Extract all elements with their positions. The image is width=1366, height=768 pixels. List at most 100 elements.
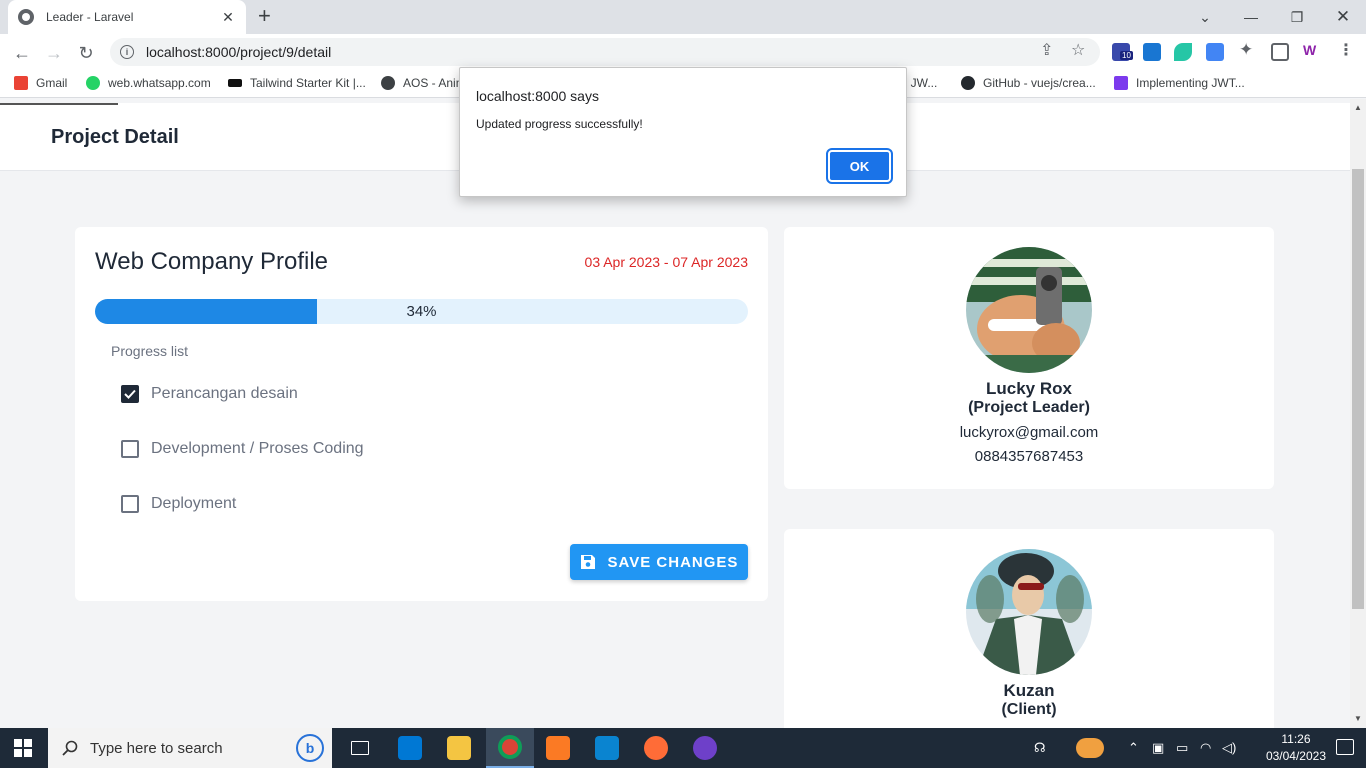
weather-icon[interactable] <box>1076 728 1104 768</box>
clock-time: 11:26 <box>1281 732 1311 746</box>
globe-icon <box>381 76 395 90</box>
file-explorer-icon[interactable] <box>435 728 483 768</box>
wallet-icon[interactable]: W <box>1303 42 1316 58</box>
github-desktop-icon[interactable] <box>681 728 729 768</box>
leader-avatar <box>966 247 1092 373</box>
browser-tab[interactable]: Leader - Laravel ✕ <box>8 0 246 34</box>
restore-button[interactable]: ❐ <box>1274 0 1320 34</box>
gmail-icon <box>14 76 28 90</box>
bookmark-label: AOS - Anim <box>403 76 466 90</box>
bookmark-label: web.whatsapp.com <box>108 76 211 90</box>
chevron-up-icon[interactable]: ⌃ <box>1128 728 1139 768</box>
bookmark-github[interactable]: GitHub - vuejs/crea... <box>961 76 1096 90</box>
share-icon[interactable]: ⇪ <box>1040 40 1053 60</box>
mail-icon[interactable] <box>386 728 434 768</box>
task-label: Development / Proses Coding <box>151 440 364 457</box>
browser-toolbar: ← → ↻ i localhost:8000/project/9/detail … <box>0 34 1366 70</box>
client-name: Kuzan <box>1003 681 1055 700</box>
task-item[interactable]: Perancangan desain <box>121 385 298 403</box>
search-icon <box>62 740 78 756</box>
taskbar-search-placeholder: Type here to search <box>90 739 223 757</box>
postman-icon[interactable] <box>632 728 680 768</box>
bookmark-whatsapp[interactable]: web.whatsapp.com <box>86 76 211 90</box>
minimize-button[interactable]: — <box>1228 0 1274 34</box>
bookmark-label: GitHub - vuejs/crea... <box>983 76 1096 90</box>
task-item[interactable]: Deployment <box>121 495 236 513</box>
extension-icon[interactable] <box>1143 43 1161 61</box>
leader-role: (Project Leader) <box>968 399 1090 416</box>
loading-bar <box>0 103 118 105</box>
leader-card: Lucky Rox (Project Leader) luckyrox@gmai… <box>784 227 1274 489</box>
alert-dialog: localhost:8000 says Updated progress suc… <box>459 67 907 197</box>
save-changes-label: SAVE CHANGES <box>607 553 739 571</box>
meet-now-icon[interactable]: ▣ <box>1152 728 1164 768</box>
bookmark-star-icon[interactable]: ☆ <box>1071 40 1085 60</box>
extension-icon[interactable]: 10 <box>1112 43 1133 61</box>
dialog-message: Updated progress successfully! <box>476 117 643 131</box>
menu-icon[interactable]: ⋮ <box>1338 40 1354 60</box>
back-button[interactable]: ← <box>10 41 34 65</box>
task-checkbox[interactable] <box>121 385 139 403</box>
side-panel-icon[interactable] <box>1271 43 1289 61</box>
bookmark-tailwind[interactable]: Tailwind Starter Kit |... <box>228 76 366 90</box>
task-label: Deployment <box>151 495 237 512</box>
battery-icon[interactable]: ▭ <box>1176 728 1188 768</box>
notification-icon[interactable] <box>1336 739 1354 755</box>
new-tab-button[interactable]: + <box>258 5 271 27</box>
reload-button[interactable]: ↻ <box>74 41 98 65</box>
site-info-icon[interactable]: i <box>120 45 134 59</box>
xampp-icon[interactable] <box>534 728 582 768</box>
people-icon[interactable]: ☊ <box>1034 728 1046 768</box>
save-changes-button[interactable]: SAVE CHANGES <box>570 544 748 580</box>
bookmark-label: Gmail <box>36 76 68 90</box>
close-tab-icon[interactable]: ✕ <box>220 9 236 26</box>
task-checkbox[interactable] <box>121 495 139 513</box>
leader-name: Lucky Rox <box>986 379 1072 398</box>
progress-list-label: Progress list <box>111 343 189 359</box>
translate-icon[interactable] <box>1206 43 1224 61</box>
bookmark-site-icon <box>1114 76 1128 90</box>
puzzle-icon[interactable]: ✦ <box>1239 40 1253 60</box>
vscode-icon[interactable] <box>583 728 631 768</box>
scrollbar-thumb[interactable] <box>1352 169 1364 609</box>
taskbar: Type here to search b ☊ ⌃ ▣ ▭ ◠ ◁) 11:26… <box>0 728 1366 768</box>
bookmark-label: Implementing JWT... <box>1136 76 1245 90</box>
bing-icon[interactable]: b <box>296 734 324 762</box>
progress-label: 34% <box>406 303 437 320</box>
bookmark-aos[interactable]: AOS - Anim <box>381 76 466 90</box>
system-clock[interactable]: 11:26 03/04/2023 <box>1266 731 1326 765</box>
url-text: localhost:8000/project/9/detail <box>146 44 332 60</box>
tab-title: Leader - Laravel <box>46 10 134 24</box>
progress-bar: 34% <box>95 299 748 324</box>
dialog-origin: localhost:8000 says <box>476 88 599 104</box>
volume-icon[interactable]: ◁) <box>1222 728 1236 768</box>
scroll-down-icon[interactable]: ▼ <box>1354 714 1362 723</box>
project-name: Web Company Profile <box>95 248 328 275</box>
extension-icon[interactable] <box>1174 43 1192 61</box>
page-title: Project Detail <box>51 126 179 148</box>
chrome-icon[interactable] <box>486 728 534 768</box>
taskbar-search[interactable]: Type here to search b <box>48 728 332 768</box>
task-item[interactable]: Development / Proses Coding <box>121 440 364 458</box>
task-checkbox[interactable] <box>121 440 139 458</box>
leader-phone: 0884357687453 <box>974 448 1084 465</box>
client-card: Kuzan (Client) <box>784 529 1274 728</box>
extension-badge: 10 <box>1120 51 1133 60</box>
browser-tabstrip: Leader - Laravel ✕ + ⌄ — ❐ ✕ <box>0 0 1366 34</box>
forward-button[interactable]: → <box>42 41 66 65</box>
floppy-disk-icon <box>580 555 595 569</box>
bookmark-gmail[interactable]: Gmail <box>14 76 67 90</box>
bookmark-implementing-jwt[interactable]: Implementing JWT... <box>1114 76 1245 90</box>
leader-email: luckyrox@gmail.com <box>959 424 1099 441</box>
ok-button[interactable]: OK <box>826 148 893 184</box>
project-card: Web Company Profile 03 Apr 2023 - 07 Apr… <box>75 227 768 601</box>
page-scrollbar[interactable]: ▲ ▼ <box>1350 99 1366 728</box>
tab-search-icon[interactable]: ⌄ <box>1182 0 1228 34</box>
whatsapp-icon <box>86 76 100 90</box>
close-window-button[interactable]: ✕ <box>1320 0 1366 34</box>
address-bar[interactable]: i localhost:8000/project/9/detail <box>110 38 1100 66</box>
scroll-up-icon[interactable]: ▲ <box>1354 103 1362 112</box>
task-view-icon[interactable] <box>336 728 384 768</box>
wifi-icon[interactable]: ◠ <box>1200 728 1211 768</box>
windows-start-icon[interactable] <box>14 739 32 757</box>
